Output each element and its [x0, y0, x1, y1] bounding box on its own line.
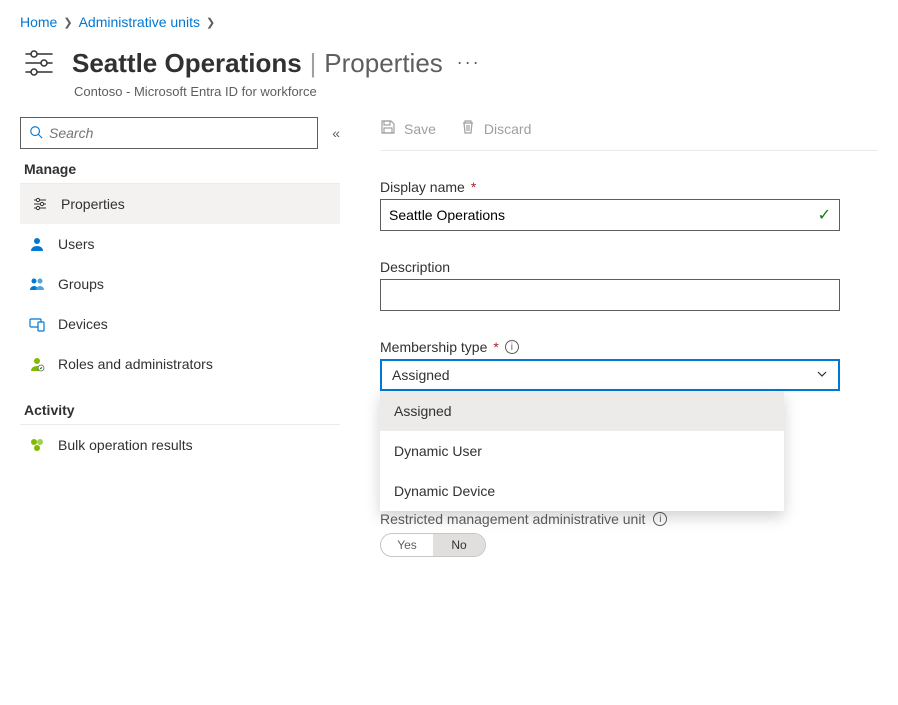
sliders-icon	[20, 44, 58, 82]
restricted-toggle[interactable]: Yes No	[380, 533, 486, 557]
sidebar-item-label: Roles and administrators	[58, 356, 213, 372]
info-icon[interactable]: i	[653, 512, 667, 526]
tenant-subtitle: Contoso - Microsoft Entra ID for workfor…	[74, 84, 878, 99]
sidebar-item-roles[interactable]: Roles and administrators	[20, 344, 340, 384]
membership-type-label: Membership type	[380, 339, 487, 355]
membership-type-menu: Assigned Dynamic User Dynamic Device	[380, 391, 784, 511]
sidebar-item-devices[interactable]: Devices	[20, 304, 340, 344]
chevron-right-icon: ❯	[206, 16, 215, 29]
sidebar-item-label: Properties	[61, 196, 125, 212]
description-field[interactable]	[380, 279, 840, 311]
info-icon[interactable]: i	[505, 340, 519, 354]
page-title: Seattle Operations	[72, 48, 302, 78]
dropdown-selected-value: Assigned	[392, 367, 450, 383]
main-content: Save Discard Display name * ✓ Descriptio…	[380, 117, 878, 557]
breadcrumb-admin-units[interactable]: Administrative units	[79, 14, 200, 30]
display-name-input[interactable]	[389, 207, 818, 223]
dropdown-option-dynamic-user[interactable]: Dynamic User	[380, 431, 784, 471]
collapse-sidebar-button[interactable]: «	[332, 125, 340, 141]
dropdown-option-dynamic-device[interactable]: Dynamic Device	[380, 471, 784, 511]
group-icon	[28, 276, 46, 292]
page-header: Seattle Operations | Properties ···	[20, 44, 878, 82]
chevron-down-icon	[816, 367, 828, 383]
chevron-right-icon: ❯	[63, 16, 72, 29]
required-indicator: *	[471, 179, 476, 195]
sidebar-section-activity: Activity	[24, 402, 340, 418]
sidebar-section-manage: Manage	[24, 161, 340, 177]
required-indicator: *	[493, 339, 498, 355]
sidebar: « Manage Properties Users Groups	[20, 117, 340, 557]
search-icon	[29, 125, 43, 142]
display-name-label: Display name	[380, 179, 465, 195]
search-input[interactable]	[49, 125, 309, 141]
display-name-field[interactable]: ✓	[380, 199, 840, 231]
save-label: Save	[404, 121, 436, 137]
toggle-no[interactable]: No	[433, 534, 485, 556]
save-icon	[380, 119, 396, 138]
dropdown-option-assigned[interactable]: Assigned	[380, 391, 784, 431]
user-icon	[28, 236, 46, 252]
sidebar-item-label: Groups	[58, 276, 104, 292]
description-label: Description	[380, 259, 450, 275]
sidebar-item-label: Devices	[58, 316, 108, 332]
breadcrumb: Home ❯ Administrative units ❯	[20, 14, 878, 30]
title-separator: |	[310, 48, 317, 78]
bulk-icon	[28, 437, 46, 453]
page-subtitle: Properties	[324, 48, 443, 78]
search-box[interactable]	[20, 117, 318, 149]
membership-type-dropdown[interactable]: Assigned	[380, 359, 840, 391]
check-icon: ✓	[818, 205, 831, 225]
sidebar-item-users[interactable]: Users	[20, 224, 340, 264]
sidebar-item-properties[interactable]: Properties	[20, 184, 340, 224]
command-bar: Save Discard	[380, 119, 878, 151]
devices-icon	[28, 316, 46, 332]
trash-icon	[460, 119, 476, 138]
toggle-yes[interactable]: Yes	[381, 534, 433, 556]
sidebar-item-label: Users	[58, 236, 95, 252]
restricted-mgmt-label: Restricted management administrative uni…	[380, 511, 645, 527]
discard-label: Discard	[484, 121, 531, 137]
sliders-small-icon	[31, 196, 49, 212]
breadcrumb-home[interactable]: Home	[20, 14, 57, 30]
description-input[interactable]	[389, 287, 831, 303]
admin-icon	[28, 356, 46, 372]
save-button[interactable]: Save	[380, 119, 436, 138]
sidebar-item-label: Bulk operation results	[58, 437, 193, 453]
discard-button[interactable]: Discard	[460, 119, 531, 138]
more-actions-button[interactable]: ···	[457, 52, 481, 72]
sidebar-item-bulk-results[interactable]: Bulk operation results	[20, 425, 340, 465]
sidebar-item-groups[interactable]: Groups	[20, 264, 340, 304]
